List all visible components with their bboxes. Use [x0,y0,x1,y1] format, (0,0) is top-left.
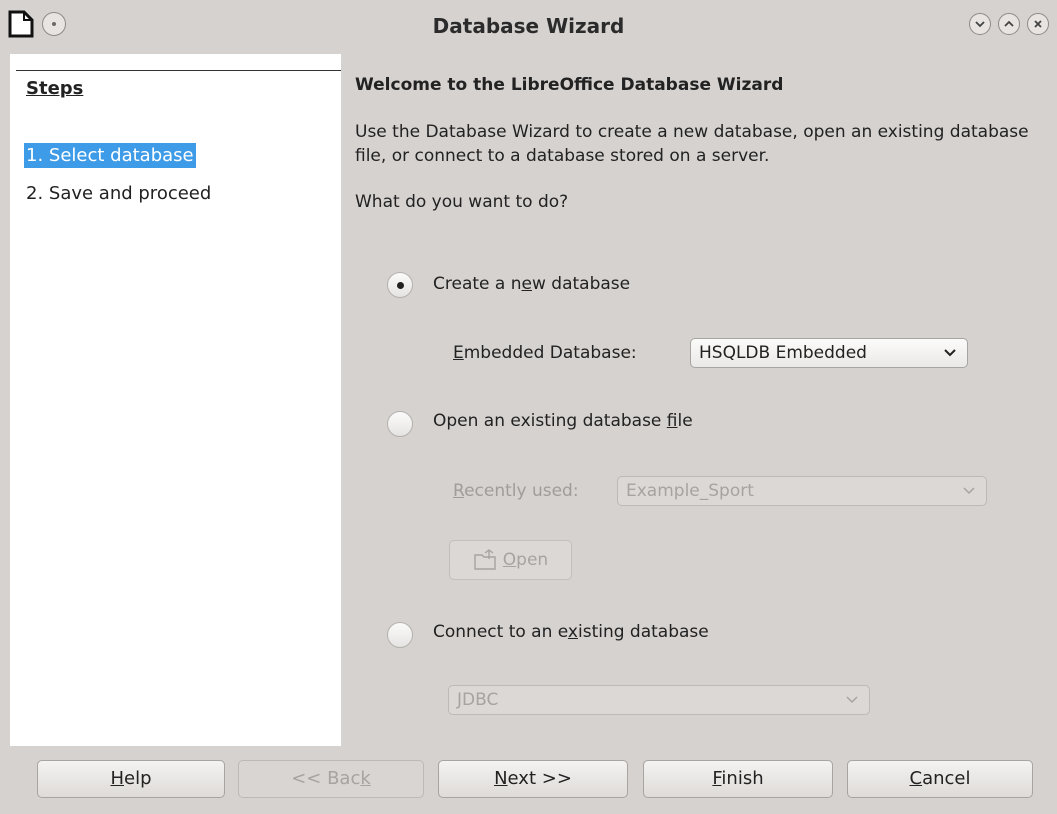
question-text: What do you want to do? [355,192,569,212]
connect-existing-database-radio[interactable] [387,622,413,648]
open-file-button[interactable]: Open [449,540,572,580]
steps-heading: Steps [26,78,84,99]
page-title: Welcome to the LibreOffice Database Wiza… [355,75,784,95]
create-new-database-radio[interactable] [387,272,413,298]
chevron-up-icon [1004,20,1014,27]
step-select-database[interactable]: 1. Select database [24,143,196,168]
step-save-and-proceed[interactable]: 2. Save and proceed [26,183,211,204]
next-button[interactable]: Next >> [438,760,628,798]
window-title: Database Wizard [432,14,625,38]
recently-used-label: Recently used: [453,481,579,501]
intro-text: Use the Database Wizard to create a new … [355,122,1029,166]
back-button[interactable]: << Back [238,760,424,798]
connect-existing-database-label[interactable]: Connect to an existing database [433,622,709,642]
title-bar: Database Wizard [0,0,1057,54]
chevron-down-icon [944,349,956,357]
connection-type-select[interactable]: JDBC [448,685,870,715]
close-icon [1034,20,1042,28]
cancel-button[interactable]: Cancel [847,760,1033,798]
close-button[interactable] [1027,13,1049,35]
maximize-button[interactable] [998,13,1020,35]
minimize-button[interactable] [969,13,991,35]
folder-open-icon [474,549,496,570]
open-existing-file-radio[interactable] [387,411,413,437]
recently-used-select[interactable]: Example_Sport [617,476,987,506]
finish-button[interactable]: Finish [643,760,833,798]
steps-divider [16,70,341,71]
chevron-down-icon [975,21,985,28]
embedded-database-select[interactable]: HSQLDB Embedded [690,338,968,368]
chevron-down-icon [963,487,975,495]
chevron-down-icon [846,696,858,704]
open-existing-file-label[interactable]: Open an existing database file [433,411,693,431]
create-new-database-label[interactable]: Create a new database [433,274,630,294]
open-button-label: Open [502,550,549,570]
embedded-database-label: Embedded Database: [453,343,637,363]
help-button[interactable]: Help [37,760,225,798]
